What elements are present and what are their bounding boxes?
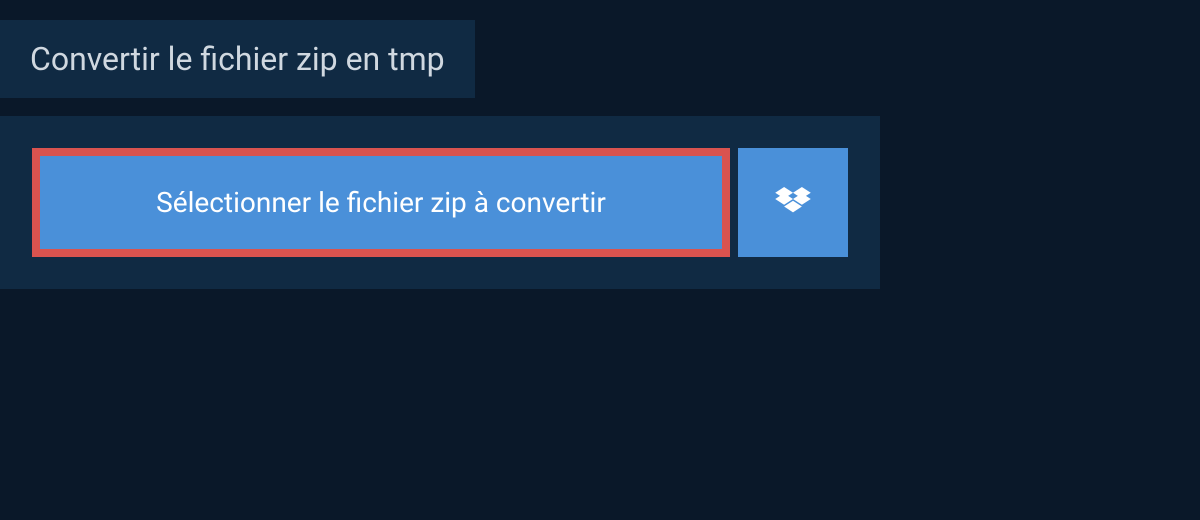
dropbox-upload-button[interactable] (738, 148, 848, 257)
tab-convert-zip-tmp[interactable]: Convertir le fichier zip en tmp (0, 20, 475, 98)
upload-panel: Sélectionner le fichier zip à convertir (0, 116, 880, 289)
dropbox-icon (775, 187, 811, 219)
tab-bar: Convertir le fichier zip en tmp (0, 20, 1200, 98)
select-file-label: Sélectionner le fichier zip à convertir (156, 186, 606, 219)
select-file-button[interactable]: Sélectionner le fichier zip à convertir (32, 148, 730, 257)
tab-label: Convertir le fichier zip en tmp (30, 40, 445, 78)
